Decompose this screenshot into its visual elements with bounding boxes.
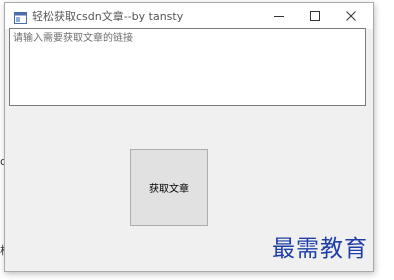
url-input[interactable]: 请输入需要获取文章的链接 (9, 28, 366, 106)
minimize-icon (274, 16, 284, 17)
maximize-icon (310, 11, 320, 21)
fetch-article-button[interactable]: 获取文章 (130, 149, 208, 226)
close-icon (346, 11, 356, 21)
url-input-placeholder: 请输入需要获取文章的链接 (13, 33, 133, 44)
title-bar[interactable]: 轻松获取csdn文章--by tansty (5, 3, 373, 29)
minimize-button[interactable] (261, 3, 297, 29)
screen: d 析 轻松获取csdn文章--by tansty (0, 0, 394, 280)
maximize-button[interactable] (297, 3, 333, 29)
close-button[interactable] (333, 3, 369, 29)
window-title: 轻松获取csdn文章--by tansty (32, 10, 184, 23)
fetch-article-button-label: 获取文章 (149, 184, 189, 195)
app-window-icon (14, 9, 27, 24)
watermark-text: 最需教育 (272, 236, 368, 262)
